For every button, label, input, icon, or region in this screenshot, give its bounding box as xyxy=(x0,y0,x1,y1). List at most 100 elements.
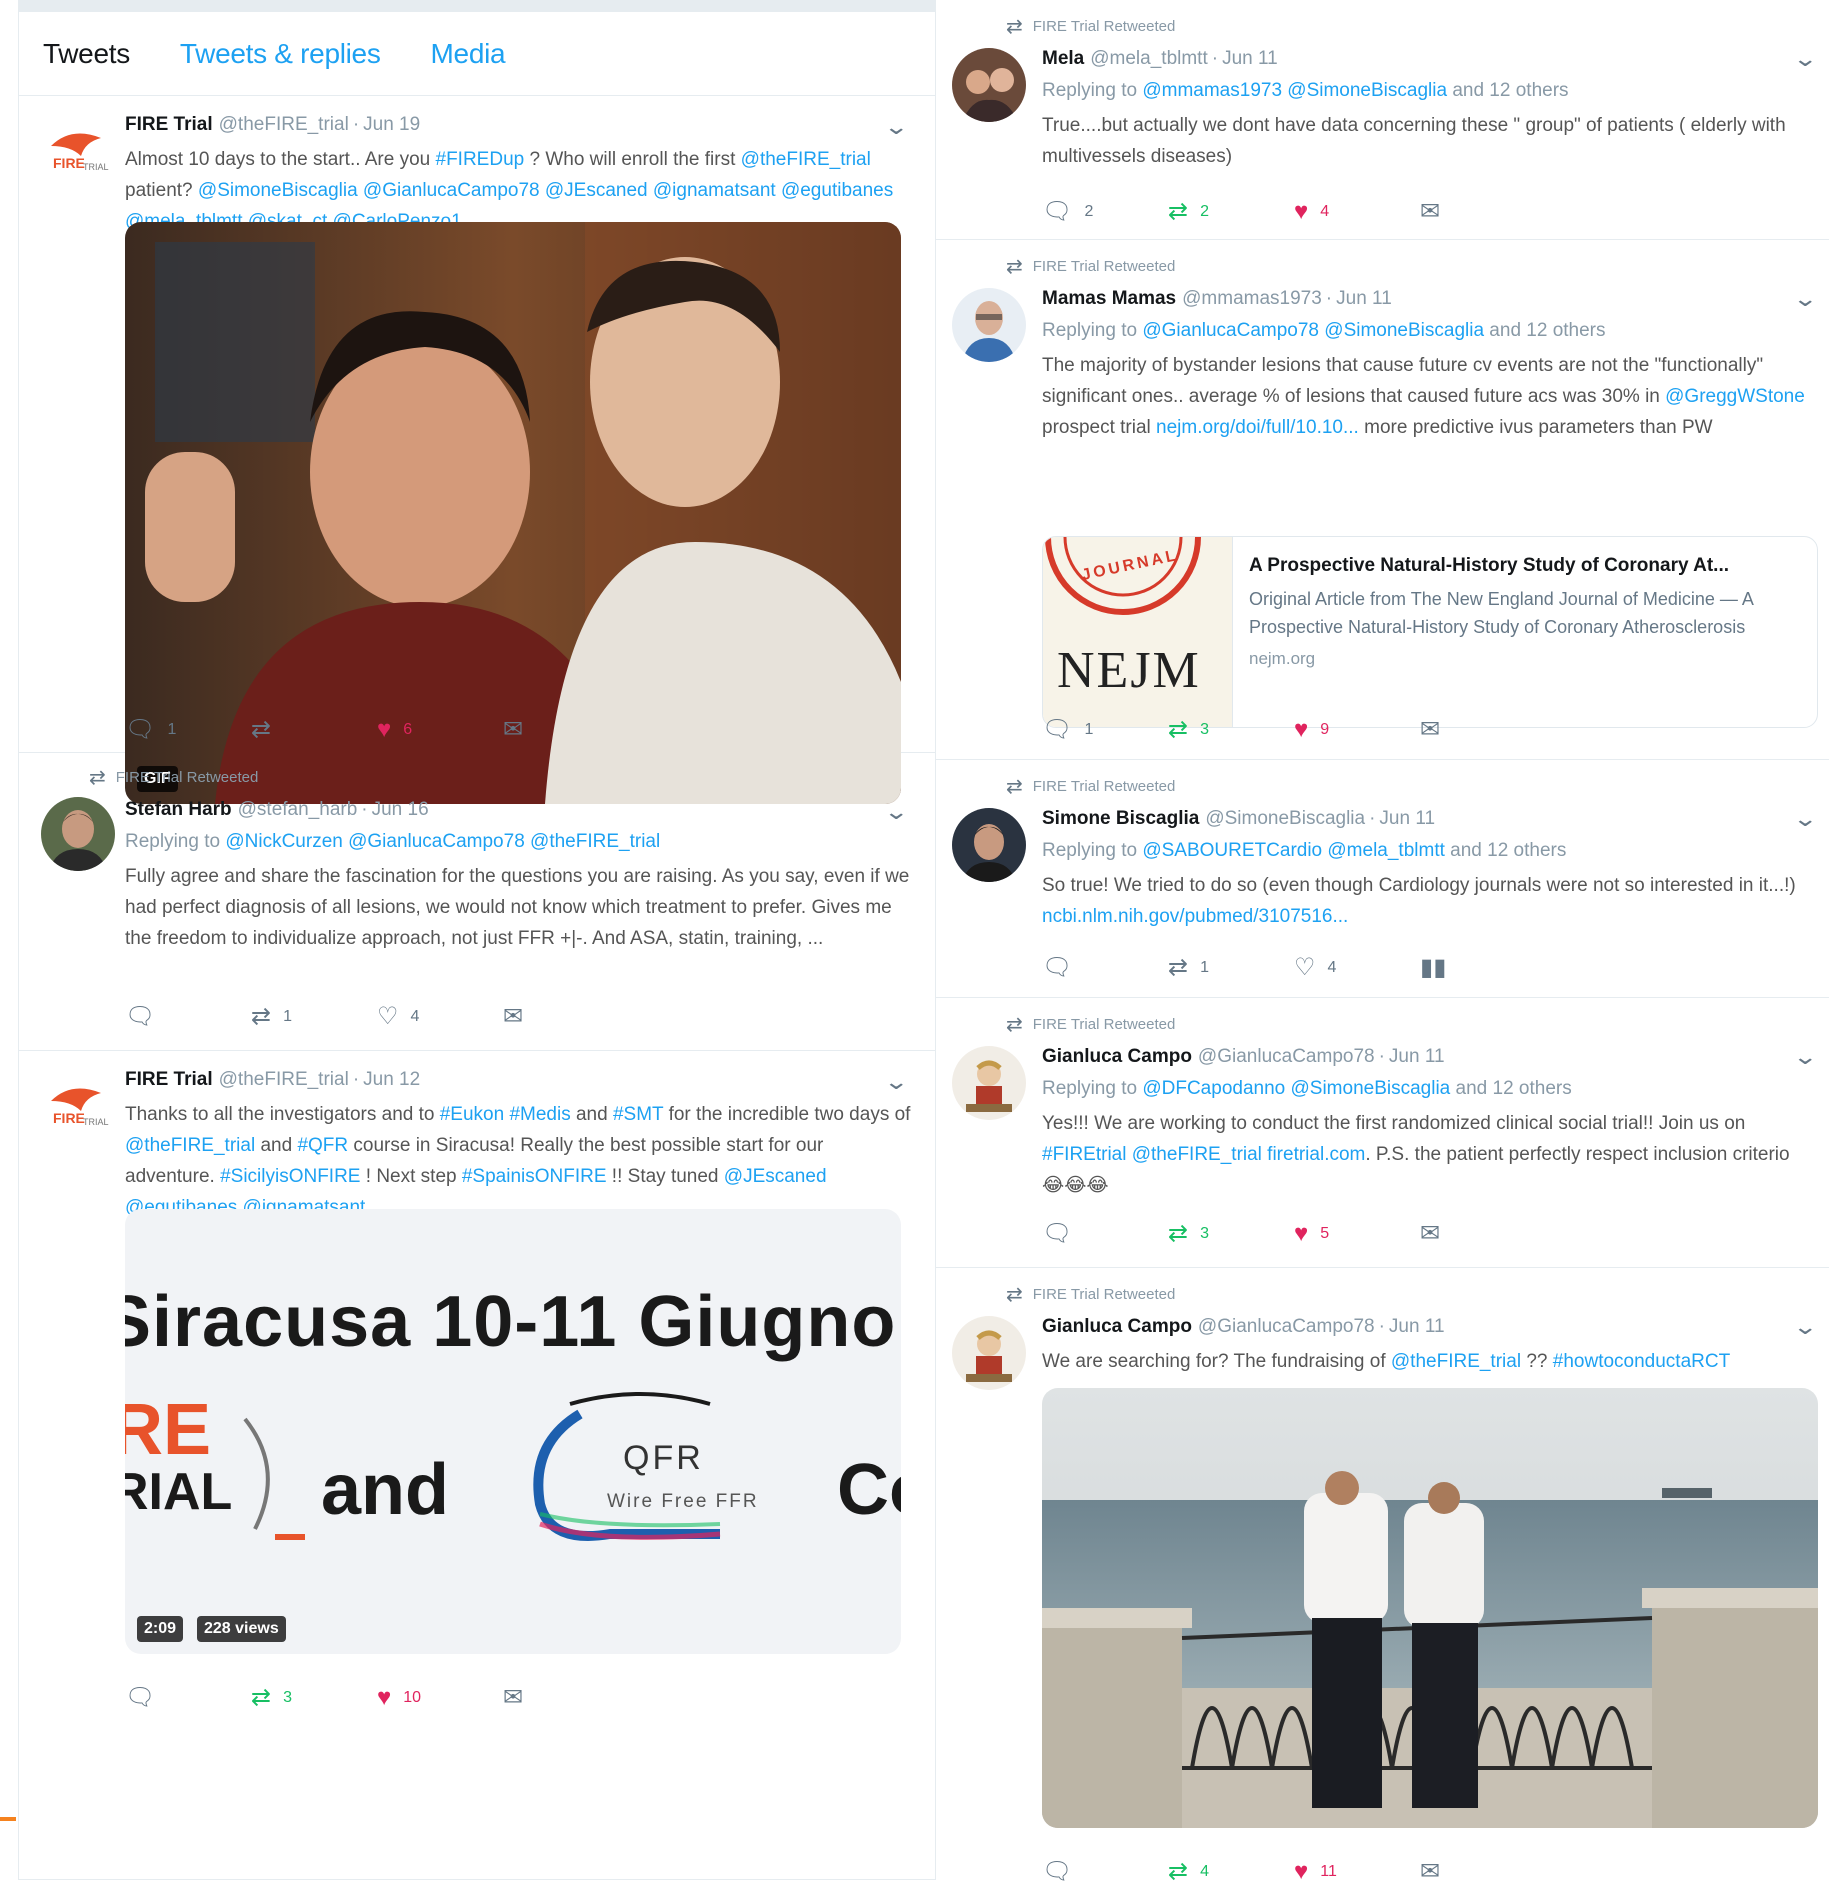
tweet-date[interactable]: Jun 16 xyxy=(372,799,429,820)
message-button[interactable]: ✉ xyxy=(503,718,629,742)
like-button[interactable]: ♥ 6 xyxy=(377,718,503,742)
hashtag-link[interactable]: #Eukon #Medis xyxy=(440,1104,571,1125)
author-name[interactable]: Gianluca Campo xyxy=(1042,1046,1192,1067)
author-name[interactable]: FIRE Trial xyxy=(125,1069,213,1090)
author-handle[interactable]: @SimoneBiscaglia xyxy=(1205,808,1365,829)
hashtag-mention-links[interactable]: #FIREtrial @theFIRE_trial firetrial.com xyxy=(1042,1144,1365,1165)
message-button[interactable]: ✉ xyxy=(503,1005,629,1029)
retweet-button[interactable]: ⇄ 3 xyxy=(251,1686,377,1710)
tweet-video[interactable]: Siracusa 10-11 Giugno RE RIAL and QFR Wi… xyxy=(125,1209,901,1654)
reply-button[interactable]: 🗨 xyxy=(1042,1222,1168,1246)
card-title[interactable]: A Prospective Natural-History Study of C… xyxy=(1249,555,1769,577)
reply-button[interactable]: 🗨 xyxy=(125,1005,251,1029)
tweet-date[interactable]: Jun 11 xyxy=(1389,1316,1445,1337)
avatar-simone-biscaglia[interactable] xyxy=(952,808,1026,882)
retweet-button[interactable]: ⇄ 3 xyxy=(1168,1222,1294,1246)
reply-button[interactable]: 🗨 2 xyxy=(1042,200,1168,224)
tweet[interactable]: ⇄ FIRE Trial Retweeted Mamas Mamas @mmamas… xyxy=(936,240,1829,760)
avatar-fire-trial[interactable]: FIRE TRIAL xyxy=(41,1071,115,1145)
chevron-down-icon[interactable]: ⌄ xyxy=(1792,46,1818,72)
retweet-button[interactable]: ⇄ 2 xyxy=(1168,200,1294,224)
avatar-gianluca-campo[interactable] xyxy=(952,1046,1026,1120)
replying-to-links[interactable]: @DFCapodanno @SimoneBiscaglia xyxy=(1142,1078,1450,1099)
reply-button[interactable]: 🗨 1 xyxy=(125,718,251,742)
reply-button[interactable]: 🗨 xyxy=(1042,1860,1168,1884)
tab-tweets-and-replies[interactable]: Tweets & replies xyxy=(180,38,381,70)
author-name[interactable]: Mela xyxy=(1042,48,1084,69)
reply-button[interactable]: 🗨 1 xyxy=(1042,718,1168,742)
hashtag-link[interactable]: #FIREDup xyxy=(436,149,525,170)
tweet-photo[interactable] xyxy=(1042,1388,1818,1828)
tweet[interactable]: ⇄ FIRE Trial Retweeted Mela @mela_tblmtt · J… xyxy=(936,0,1829,240)
hashtag-link[interactable]: #howtoconductaRCT xyxy=(1553,1351,1730,1372)
analytics-button[interactable]: ▮▮ xyxy=(1420,956,1546,980)
author-handle[interactable]: @GianlucaCampo78 xyxy=(1198,1046,1375,1067)
message-button[interactable]: ✉ xyxy=(1420,1222,1546,1246)
tab-tweets[interactable]: Tweets xyxy=(43,38,130,70)
author-handle[interactable]: @GianlucaCampo78 xyxy=(1198,1316,1375,1337)
chevron-down-icon[interactable]: ⌄ xyxy=(1792,1044,1818,1070)
retweet-button[interactable]: ⇄ 3 xyxy=(1168,718,1294,742)
tweet-date[interactable]: Jun 11 xyxy=(1336,288,1392,309)
chevron-down-icon[interactable]: ⌄ xyxy=(883,114,909,140)
retweet-button[interactable]: ⇄ 1 xyxy=(251,1005,377,1029)
chevron-down-icon[interactable]: ⌄ xyxy=(883,1069,909,1095)
avatar-fire-trial[interactable]: FIRE TRIAL xyxy=(41,116,115,190)
message-button[interactable]: ✉ xyxy=(503,1686,629,1710)
chevron-down-icon[interactable]: ⌄ xyxy=(1792,1314,1818,1340)
tweet-date[interactable]: Jun 11 xyxy=(1222,48,1278,69)
reply-button[interactable]: 🗨 xyxy=(125,1686,251,1710)
mention-link[interactable]: @GreggWStone xyxy=(1665,386,1805,407)
tweet[interactable]: ⇄ FIRE Trial Retweeted Simone Biscaglia @S… xyxy=(936,760,1829,998)
avatar-mela[interactable] xyxy=(952,48,1026,122)
avatar-stefan-harb[interactable] xyxy=(41,797,115,871)
author-handle[interactable]: @theFIRE_trial xyxy=(219,114,349,135)
chevron-down-icon[interactable]: ⌄ xyxy=(1792,286,1818,312)
reply-button[interactable]: 🗨 xyxy=(1042,956,1168,980)
author-handle[interactable]: @mela_tblmtt xyxy=(1090,48,1208,69)
tweet-date[interactable]: Jun 19 xyxy=(363,114,420,135)
author-name[interactable]: Stefan Harb xyxy=(125,799,232,820)
tweet[interactable]: ⇄ FIRE Trial Retweeted Gianluca Campo @Gia… xyxy=(936,1268,1829,1888)
mention-link[interactable]: @theFIRE_trial xyxy=(741,149,871,170)
author-name[interactable]: FIRE Trial xyxy=(125,114,213,135)
message-button[interactable]: ✉ xyxy=(1420,718,1546,742)
replying-to-links[interactable]: @GianlucaCampo78 @SimoneBiscaglia xyxy=(1142,320,1484,341)
avatar-gianluca-campo[interactable] xyxy=(952,1316,1026,1390)
author-handle[interactable]: @theFIRE_trial xyxy=(219,1069,349,1090)
hashtag-link[interactable]: #SicilyisONFIRE xyxy=(220,1166,360,1187)
like-button[interactable]: ♥ 9 xyxy=(1294,718,1420,742)
tweet-date[interactable]: Jun 12 xyxy=(363,1069,420,1090)
chevron-down-icon[interactable]: ⌄ xyxy=(883,799,909,825)
chevron-down-icon[interactable]: ⌄ xyxy=(1792,806,1818,832)
tab-media[interactable]: Media xyxy=(431,38,506,70)
replying-to-links[interactable]: @mmamas1973 @SimoneBiscaglia xyxy=(1142,80,1447,101)
tweet-date[interactable]: Jun 11 xyxy=(1379,808,1435,829)
like-button[interactable]: ♡ 4 xyxy=(1294,956,1420,980)
tweet-date[interactable]: Jun 11 xyxy=(1389,1046,1445,1067)
avatar-mamas-mamas[interactable] xyxy=(952,288,1026,362)
message-button[interactable]: ✉ xyxy=(1420,200,1546,224)
retweet-button[interactable]: ⇄ 1 xyxy=(1168,956,1294,980)
like-button[interactable]: ♥ 5 xyxy=(1294,1222,1420,1246)
url-link[interactable]: nejm.org/doi/full/10.10... xyxy=(1156,417,1359,438)
author-handle[interactable]: @stefan_harb xyxy=(238,799,358,820)
mention-link[interactable]: @theFIRE_trial xyxy=(125,1135,255,1156)
author-name[interactable]: Gianluca Campo xyxy=(1042,1316,1192,1337)
replying-to-links[interactable]: @NickCurzen @GianlucaCampo78 @theFIRE_tr… xyxy=(225,831,660,852)
tweet[interactable]: FIRE TRIAL FIRE Trial @theFIRE_trial · Jun 1… xyxy=(19,1051,935,1879)
tweet[interactable]: ⇄ FIRE Trial Retweeted Stefan Harb @stefan… xyxy=(19,753,935,1051)
author-name[interactable]: Simone Biscaglia xyxy=(1042,808,1199,829)
replying-to-links[interactable]: @SABOURETCardio @mela_tblmtt xyxy=(1142,840,1445,861)
hashtag-link[interactable]: #SMT xyxy=(613,1104,663,1125)
author-name[interactable]: Mamas Mamas xyxy=(1042,288,1176,309)
author-handle[interactable]: @mmamas1973 xyxy=(1182,288,1322,309)
like-button[interactable]: ♥ 11 xyxy=(1294,1860,1420,1884)
like-button[interactable]: ♥ 10 xyxy=(377,1686,503,1710)
url-link[interactable]: ncbi.nlm.nih.gov/pubmed/3107516... xyxy=(1042,906,1348,927)
like-button[interactable]: ♥ 4 xyxy=(1294,200,1420,224)
tweet[interactable]: ⇄ FIRE Trial Retweeted Gianluca Campo @Gia… xyxy=(936,998,1829,1268)
mention-link[interactable]: @theFIRE_trial xyxy=(1391,1351,1521,1372)
like-button[interactable]: ♡ 4 xyxy=(377,1005,503,1029)
hashtag-link[interactable]: #SpainisONFIRE xyxy=(462,1166,607,1187)
